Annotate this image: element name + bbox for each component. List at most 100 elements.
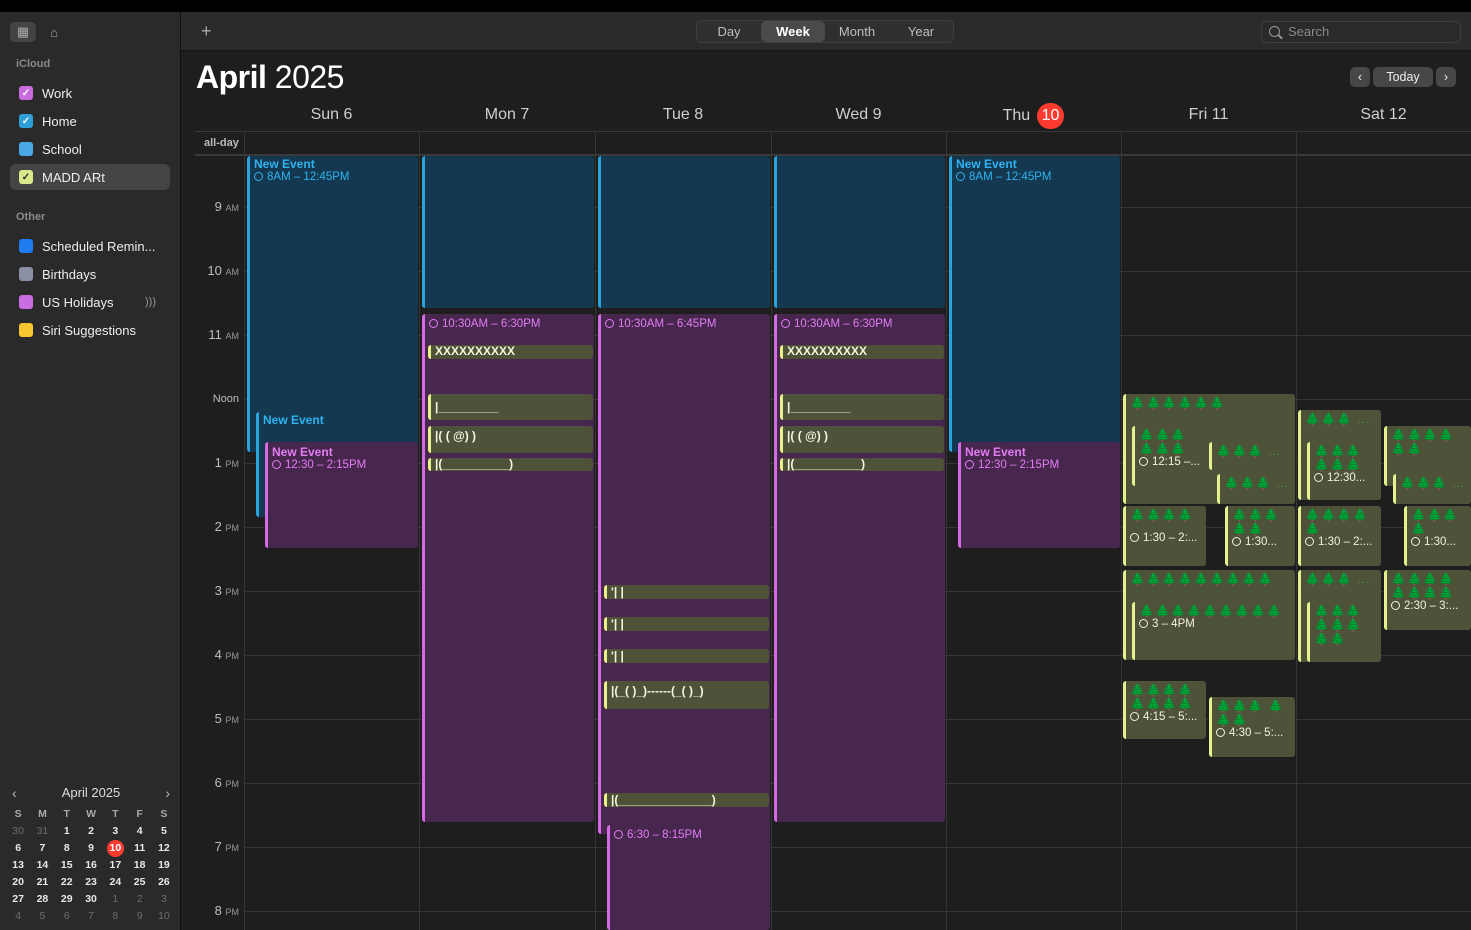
event-fri-a[interactable]: 🌲🌲🌲 🌲🌲🌲 12:15 –... xyxy=(1132,426,1208,486)
event-tue-art-tick-2[interactable]: '| | xyxy=(604,617,769,631)
calendar-item-home[interactable]: ✓ Home xyxy=(10,108,170,134)
checkbox-icon[interactable] xyxy=(19,295,33,309)
chevron-right-icon[interactable]: › xyxy=(165,782,170,804)
chevron-left-icon[interactable]: ‹ xyxy=(12,782,17,804)
event-fri-f[interactable]: 🌲🌲🌲 🌲🌲🌲 4:30 – 5:... xyxy=(1209,697,1295,757)
tab-month[interactable]: Month xyxy=(825,21,889,42)
event-mon-art-line[interactable]: |_________ xyxy=(428,394,593,420)
event-mon-art-mouth[interactable]: |(__________) xyxy=(428,458,593,471)
day-header-thu[interactable]: Thu 10 xyxy=(946,103,1121,129)
event-mon-art-eyes[interactable]: |( ( @) ) xyxy=(428,426,593,453)
mini-day[interactable]: 30 xyxy=(79,891,103,908)
event-sat-c[interactable]: 🌲🌲🌲 🌲 1:30... xyxy=(1404,506,1471,566)
mini-day[interactable]: 9 xyxy=(79,840,103,857)
calendar-item-birthdays[interactable]: Birthdays xyxy=(10,261,170,287)
tab-year[interactable]: Year xyxy=(889,21,953,42)
checkbox-checked-icon[interactable]: ✓ xyxy=(19,86,33,100)
event-sat-d[interactable]: 🌲🌲🌲🌲 🌲🌲🌲🌲 2:30 – 3:... xyxy=(1384,570,1471,630)
mini-day[interactable]: 10 xyxy=(152,908,176,925)
event-fri-d[interactable]: 🌲🌲🌲🌲🌲🌲🌲🌲🌲 3 – 4PM xyxy=(1132,602,1295,660)
event-blue-tue[interactable] xyxy=(598,156,770,308)
mini-day[interactable]: 2 xyxy=(79,823,103,840)
calendar-item-siri-suggestions[interactable]: Siri Suggestions xyxy=(10,317,170,343)
mini-day[interactable]: 16 xyxy=(79,857,103,874)
mini-day[interactable]: 3 xyxy=(152,891,176,908)
event-fri-b[interactable]: 🌲🌲🌲🌲 1:30 – 2:... xyxy=(1123,506,1206,566)
event-blue-mon[interactable] xyxy=(422,156,594,308)
checkbox-icon[interactable] xyxy=(19,323,33,337)
chevron-left-icon[interactable]: ‹ xyxy=(1350,67,1370,87)
mini-day[interactable]: 6 xyxy=(55,908,79,925)
mini-day[interactable]: 27 xyxy=(6,891,30,908)
mini-day[interactable]: 19 xyxy=(152,857,176,874)
event-sat-trees-5[interactable]: 🌲🌲🌲 🌲🌲🌲 🌲🌲 xyxy=(1307,602,1381,662)
mini-day[interactable]: 2 xyxy=(127,891,151,908)
event-mon-1030[interactable]: 10:30AM – 6:30PM xyxy=(422,314,594,822)
tab-week[interactable]: Week xyxy=(761,21,825,42)
search-input[interactable]: Search xyxy=(1261,21,1461,43)
mini-day[interactable]: 11 xyxy=(127,840,151,857)
day-header-mon[interactable]: Mon 7 xyxy=(419,106,595,130)
event-sat-a[interactable]: 🌲🌲🌲 🌲🌲🌲 12:30... xyxy=(1307,442,1381,500)
mini-day[interactable]: 7 xyxy=(79,908,103,925)
mini-day[interactable]: 1 xyxy=(103,891,127,908)
checkbox-icon[interactable] xyxy=(19,267,33,281)
event-fri-trees-3[interactable]: 🌲🌲🌲 ... xyxy=(1217,474,1295,504)
mini-day[interactable]: 12 xyxy=(152,840,176,857)
mini-day[interactable]: 9 xyxy=(127,908,151,925)
chevron-right-icon[interactable]: › xyxy=(1436,67,1456,87)
checkbox-checked-icon[interactable]: ✓ xyxy=(19,114,33,128)
event-fri-e[interactable]: 🌲🌲🌲🌲 🌲🌲🌲🌲 4:15 – 5:... xyxy=(1123,681,1206,739)
calendar-item-school[interactable]: School xyxy=(10,136,170,162)
event-wed-art-eyes[interactable]: |( ( @) ) xyxy=(780,426,944,453)
event-fri-c[interactable]: 🌲🌲🌲 🌲🌲 1:30... xyxy=(1225,506,1295,566)
event-wed-art-x[interactable]: XXXXXXXXXX xyxy=(780,345,944,359)
mini-day[interactable]: 28 xyxy=(30,891,54,908)
event-wed-1030[interactable]: 10:30AM – 6:30PM xyxy=(774,314,945,822)
mini-day[interactable]: 10 xyxy=(103,840,127,857)
event-mon-art-x[interactable]: XXXXXXXXXX xyxy=(428,345,593,359)
mini-day[interactable]: 25 xyxy=(127,874,151,891)
event-tue-art-feet[interactable]: |(_( )_)------(_( )_) xyxy=(604,681,769,709)
today-button[interactable]: Today xyxy=(1373,67,1433,87)
event-fri-trees-2[interactable]: 🌲🌲🌲 ... xyxy=(1209,442,1295,470)
mini-day[interactable]: 26 xyxy=(152,874,176,891)
mini-day[interactable]: 5 xyxy=(152,823,176,840)
mini-day[interactable]: 21 xyxy=(30,874,54,891)
calendar-list-toggle-icon[interactable]: ▦ xyxy=(10,22,36,42)
checkbox-checked-icon[interactable]: ✓ xyxy=(19,170,33,184)
event-wed-art-line[interactable]: |_________ xyxy=(780,394,944,420)
mini-day[interactable]: 15 xyxy=(55,857,79,874)
mini-day[interactable]: 17 xyxy=(103,857,127,874)
event-blue-wed[interactable] xyxy=(774,156,945,308)
day-header-tue[interactable]: Tue 8 xyxy=(595,106,771,130)
day-header-wed[interactable]: Wed 9 xyxy=(771,106,946,130)
checkbox-unchecked-icon[interactable] xyxy=(19,142,33,156)
event-new-event-thu-2[interactable]: New Event 12:30 – 2:15PM xyxy=(958,442,1120,548)
mini-day[interactable]: 18 xyxy=(127,857,151,874)
event-tue-art-tick-1[interactable]: '| | xyxy=(604,585,769,599)
event-tue-1030[interactable]: 10:30AM – 6:45PM xyxy=(598,314,770,834)
mini-day[interactable]: 22 xyxy=(55,874,79,891)
calendar-item-us-holidays[interactable]: US Holidays ))) xyxy=(10,289,170,315)
mini-day[interactable]: 24 xyxy=(103,874,127,891)
mini-day[interactable]: 23 xyxy=(79,874,103,891)
event-new-event-sun-3[interactable]: New Event 12:30 – 2:15PM xyxy=(265,442,418,548)
calendar-item-work[interactable]: ✓ Work xyxy=(10,80,170,106)
calendar-item-madd-art[interactable]: ✓ MADD ARt xyxy=(10,164,170,190)
event-tue-art-base[interactable]: |(______________) xyxy=(604,793,769,807)
event-sat-trees-3[interactable]: 🌲🌲🌲 ... xyxy=(1393,474,1471,504)
event-sat-b[interactable]: 🌲🌲🌲🌲 🌲 1:30 – 2:... xyxy=(1298,506,1381,566)
all-day-row[interactable]: all-day xyxy=(195,131,1471,156)
event-new-event-sun[interactable]: New Event 8AM – 12:45PM xyxy=(247,156,418,452)
calendar-item-scheduled-reminders[interactable]: Scheduled Remin... xyxy=(10,233,170,259)
event-wed-art-mouth[interactable]: |(__________) xyxy=(780,458,944,471)
mini-day[interactable]: 20 xyxy=(6,874,30,891)
mini-day[interactable]: 8 xyxy=(103,908,127,925)
mini-day[interactable]: 6 xyxy=(6,840,30,857)
mini-day[interactable]: 3 xyxy=(103,823,127,840)
mini-day[interactable]: 13 xyxy=(6,857,30,874)
mini-day[interactable]: 1 xyxy=(55,823,79,840)
event-new-event-thu[interactable]: New Event 8AM – 12:45PM xyxy=(949,156,1120,452)
event-tue-art-tick-3[interactable]: '| | xyxy=(604,649,769,663)
